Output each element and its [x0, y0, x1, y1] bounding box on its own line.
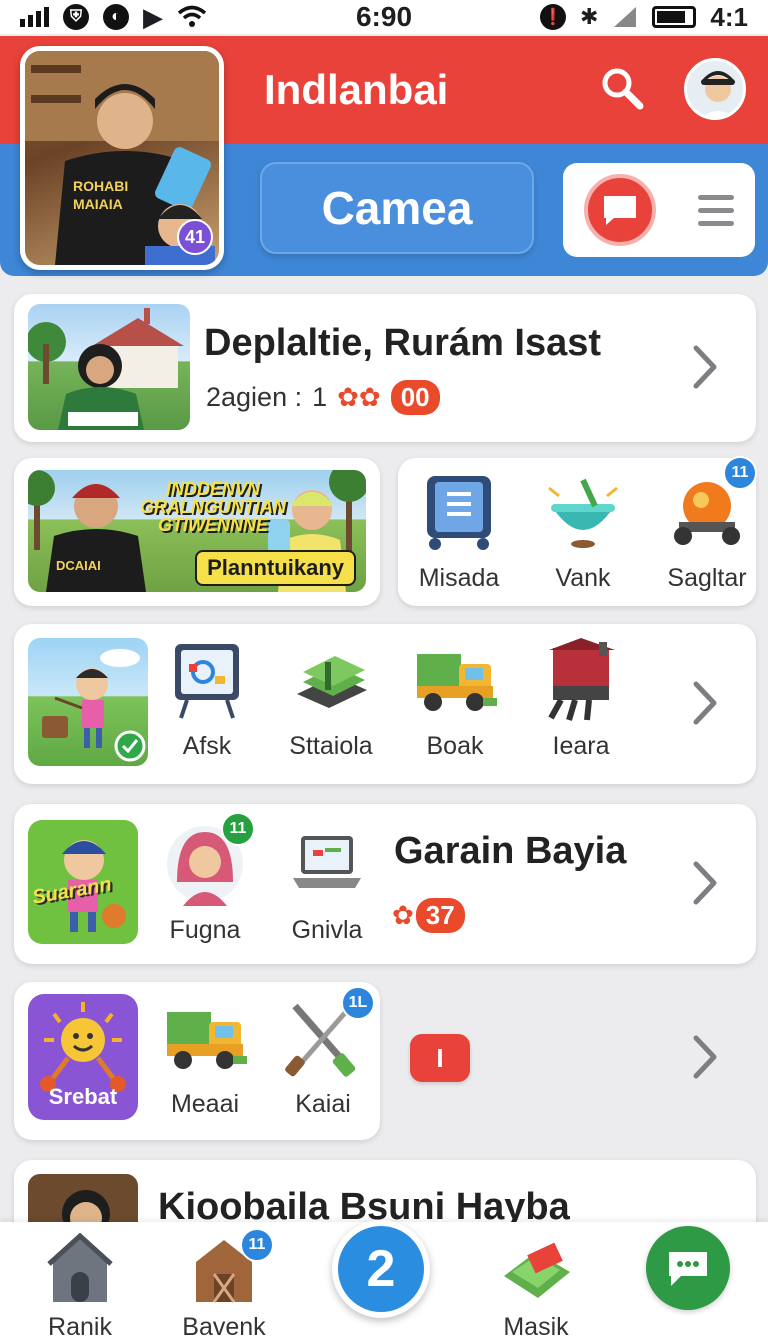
hero-photo[interactable]: ROHABI MAIAIA 41 — [20, 46, 224, 270]
board-icon — [175, 644, 239, 719]
profile-avatar[interactable] — [684, 58, 746, 120]
chevron-right-icon — [693, 861, 717, 905]
banner-headline: INDDENVN GRALNGUNTIAN GTIWENNNE — [140, 479, 286, 535]
bowl-icon — [548, 478, 618, 548]
notification-badge: 1L — [341, 986, 375, 1020]
vpn-icon: ⛨ — [63, 4, 89, 30]
grid-item-sttaiola[interactable]: Sttaiola — [276, 638, 386, 761]
community-meta: ✿ 37 — [392, 898, 465, 933]
meta-value: 1 — [312, 382, 328, 412]
wifi-icon — [177, 5, 207, 27]
notification-badge: 11 — [240, 1228, 274, 1262]
tablet-icon — [427, 476, 491, 550]
battery-icon — [652, 6, 697, 28]
notification-badge: 11 — [221, 812, 255, 846]
community-tile: Suarann — [28, 820, 138, 944]
truck-icon — [167, 1012, 247, 1069]
battery-text: 4:1 — [710, 1, 748, 32]
grid-item-meaai[interactable]: Meaai — [150, 996, 260, 1119]
promo-banner-card[interactable]: DCAIAI INDDENVN GRALNGUNTIAN GTIWENNNE P… — [14, 458, 380, 606]
status-bar: ⛨ ◐ ▶ 6:90 ❗ ✱ 4:1 — [0, 0, 768, 34]
center-action-button[interactable]: 2 — [332, 1220, 430, 1318]
chevron-right-icon — [693, 681, 717, 725]
grid-item-misada[interactable]: Misada — [404, 470, 514, 593]
quick-grid-card: Misada Vank 11 Sagltar — [398, 456, 757, 606]
flower-icon: ✿ — [392, 900, 414, 930]
grid-item-sagltar[interactable]: 11 Sagltar — [652, 456, 762, 593]
menu-icon[interactable] — [698, 194, 734, 226]
chevron-right-icon — [693, 345, 717, 389]
hero-badge: 41 — [177, 219, 213, 255]
messenger-icon: ◐ — [103, 4, 129, 30]
search-icon[interactable] — [598, 64, 646, 112]
laptop-icon — [293, 836, 361, 888]
meta-label: 2agien : — [206, 382, 303, 412]
nav-item-ranik[interactable]: Ranik — [20, 1232, 140, 1342]
cell-signal-icon — [614, 7, 637, 27]
primary-button[interactable]: Camea — [260, 162, 534, 254]
app-title: Indlanbai — [264, 66, 449, 113]
nav-item-masik[interactable]: Masik — [476, 1232, 596, 1342]
grid-item-boak[interactable]: Boak — [400, 638, 510, 761]
featured-title: Deplaltie, Rurám Isast — [204, 322, 602, 364]
svg-text:MAIAIA: MAIAIA — [73, 196, 123, 212]
tools-tile: Srebat — [28, 994, 138, 1120]
points-badge: 37 — [415, 898, 465, 933]
banner-caption: Planntuikany — [195, 550, 356, 586]
grid-item-ieara[interactable]: Ieara — [526, 638, 636, 761]
header-actions — [563, 163, 755, 257]
activity-tile — [28, 638, 148, 766]
grid-item-vank[interactable]: Vank — [528, 470, 638, 593]
chat-bubble-icon — [669, 1252, 707, 1286]
svg-text:ROHABI: ROHABI — [73, 178, 128, 194]
activity-card[interactable]: Afsk Sttaiola Boak Ieara — [14, 624, 756, 784]
signal-icon — [20, 7, 49, 27]
featured-meta: 2agien : 1 ✿✿ 00 — [206, 380, 440, 415]
alarm-icon: ❗ — [539, 4, 566, 30]
community-card[interactable]: Suarann 11 Fugna Gnivla Garain Bayia ✿ 3… — [14, 804, 756, 964]
house-icon — [47, 1232, 113, 1302]
promo-banner: DCAIAI INDDENVN GRALNGUNTIAN GTIWENNNE P… — [28, 470, 366, 592]
tools-tile-text: Srebat — [48, 1084, 118, 1109]
grid-item-kaiai[interactable]: 1L Kaiai — [268, 986, 378, 1119]
chat-button[interactable] — [646, 1226, 730, 1310]
machine-icon — [548, 638, 615, 721]
grid-item-afsk[interactable]: Afsk — [152, 638, 262, 761]
bluetooth-icon: ✱ — [579, 4, 599, 29]
flower-icon: ✿✿ — [337, 382, 381, 412]
alert-badge[interactable]: I — [410, 1034, 470, 1082]
notification-badge: 11 — [723, 456, 757, 490]
stack-icon — [297, 656, 367, 708]
chevron-right-icon[interactable] — [690, 1032, 720, 1082]
tools-card[interactable]: Srebat Meaai 1L Kaiai — [14, 982, 380, 1140]
featured-card[interactable]: Deplaltie, Rurám Isast 2agien : 1 ✿✿ 00 — [14, 294, 756, 442]
featured-thumbnail — [28, 304, 190, 430]
svg-text:DCAIAI: DCAIAI — [56, 558, 101, 573]
play-icon: ▶ — [143, 1, 163, 32]
community-title: Garain Bayia — [394, 830, 627, 872]
message-icon[interactable] — [584, 174, 656, 246]
grid-item-gnivla[interactable]: Gnivla — [272, 822, 382, 945]
points-badge: 00 — [390, 380, 440, 415]
nav-item-bavenk[interactable]: 11 Bavenk — [164, 1228, 284, 1342]
grid-item-fugna[interactable]: 11 Fugna — [150, 812, 260, 945]
truck-icon — [417, 654, 497, 711]
mat-icon — [504, 1242, 570, 1298]
